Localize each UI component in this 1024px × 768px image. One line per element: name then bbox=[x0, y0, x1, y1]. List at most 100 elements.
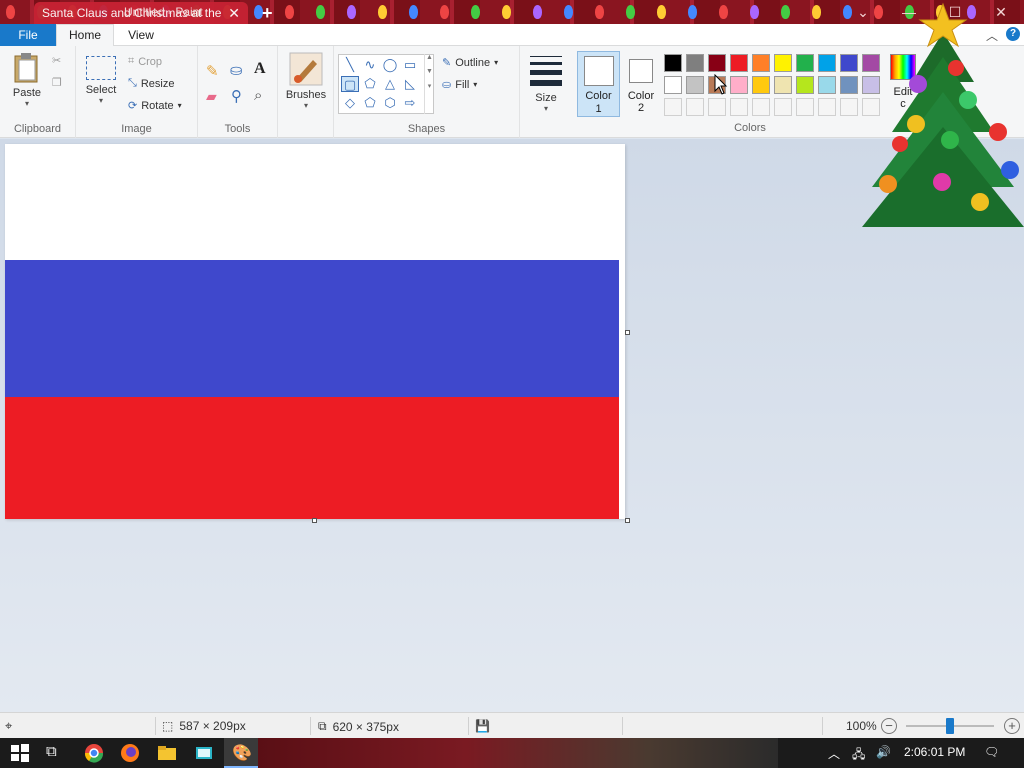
chevron-down-icon: ▾ bbox=[473, 80, 478, 89]
palette-swatch[interactable] bbox=[686, 98, 704, 116]
right-triangle-shape-icon[interactable]: ◺ bbox=[401, 76, 419, 92]
paste-button[interactable]: Paste ▾ bbox=[8, 52, 46, 108]
flag-stripe-blue bbox=[5, 260, 619, 397]
palette-swatch[interactable] bbox=[796, 98, 814, 116]
group-tools: ✎ ⛀ A ▰ ⚲ ⌕ Tools bbox=[198, 46, 278, 138]
flag-stripe-red bbox=[5, 397, 619, 519]
paint-taskbar-button[interactable]: 🎨 bbox=[224, 738, 258, 768]
eraser-icon[interactable]: ▰ bbox=[206, 88, 217, 105]
copy-button[interactable]: ❐ bbox=[52, 76, 62, 89]
fill-icon: ⛀ bbox=[442, 79, 452, 91]
selection-size-text: 587 × 209px bbox=[179, 719, 246, 733]
image-group-label: Image bbox=[121, 123, 152, 135]
palette-swatch[interactable] bbox=[774, 54, 792, 72]
triangle-shape-icon[interactable]: △ bbox=[381, 76, 399, 92]
network-icon[interactable]: 🖧 bbox=[852, 745, 865, 766]
hexagon-shape-icon[interactable]: ⬡ bbox=[381, 95, 399, 111]
palette-swatch[interactable] bbox=[774, 98, 792, 116]
palette-swatch[interactable] bbox=[664, 98, 682, 116]
line-shape-icon[interactable]: ╲ bbox=[341, 57, 359, 73]
palette-swatch[interactable] bbox=[840, 54, 858, 72]
drawing-canvas[interactable] bbox=[5, 144, 625, 519]
palette-swatch[interactable] bbox=[708, 54, 726, 72]
palette-swatch[interactable] bbox=[818, 76, 836, 94]
tab-file[interactable]: File bbox=[0, 24, 56, 46]
tab-view[interactable]: View bbox=[118, 24, 164, 46]
fill-bucket-icon[interactable]: ⛀ bbox=[230, 61, 243, 79]
fill-button[interactable]: ⛀ Fill ▾ bbox=[442, 78, 478, 92]
palette-swatch[interactable] bbox=[686, 54, 704, 72]
palette-swatch[interactable] bbox=[840, 98, 858, 116]
color2-swatch[interactable] bbox=[629, 59, 653, 83]
shapes-scrollbar[interactable]: ▲ ▼ ▾ bbox=[424, 54, 434, 114]
zoom-out-button[interactable]: − bbox=[881, 718, 897, 734]
group-size: Size ▾ bbox=[520, 46, 572, 138]
palette-swatch[interactable] bbox=[752, 54, 770, 72]
scissors-icon: ✂ bbox=[52, 55, 62, 67]
oval-shape-icon[interactable]: ◯ bbox=[381, 57, 399, 73]
file-size-icon: 💾 bbox=[475, 719, 490, 733]
palette-swatch[interactable] bbox=[818, 98, 836, 116]
paste-label: Paste bbox=[12, 87, 42, 99]
task-view-icon[interactable]: ⧉ bbox=[46, 743, 66, 763]
zoom-in-button[interactable]: + bbox=[1004, 718, 1020, 734]
size-label: Size bbox=[535, 92, 557, 104]
color-picker-icon[interactable]: ⚲ bbox=[231, 87, 242, 105]
notifications-icon[interactable]: 🗨 bbox=[984, 745, 999, 759]
size-button[interactable]: Size ▾ bbox=[528, 54, 564, 113]
pentagon-shape-icon[interactable]: ⬠ bbox=[361, 95, 379, 111]
cut-button[interactable]: ✂ bbox=[52, 54, 61, 67]
rounded-rectangle-shape-icon[interactable]: ▢ bbox=[341, 76, 359, 92]
chrome-icon[interactable] bbox=[84, 743, 104, 763]
palette-swatch[interactable] bbox=[840, 76, 858, 94]
palette-swatch[interactable] bbox=[730, 98, 748, 116]
palette-swatch[interactable] bbox=[774, 76, 792, 94]
resize-handle-bottom[interactable] bbox=[312, 518, 317, 523]
text-tool-icon[interactable]: A bbox=[254, 60, 266, 78]
palette-swatch[interactable] bbox=[664, 76, 682, 94]
palette-swatch[interactable] bbox=[752, 98, 770, 116]
canvas-size: ⧉ 620 × 375px bbox=[318, 719, 399, 734]
rectangle-shape-icon[interactable]: ▭ bbox=[401, 57, 419, 73]
color1-button[interactable]: Color 1 bbox=[577, 51, 620, 117]
resize-handle-corner[interactable] bbox=[625, 518, 630, 523]
firefox-icon[interactable] bbox=[120, 743, 140, 763]
arrow-shape-icon[interactable]: ⇨ bbox=[401, 95, 419, 111]
color2-button[interactable]: Color 2 bbox=[624, 90, 658, 114]
palette-swatch[interactable] bbox=[752, 76, 770, 94]
zoom-slider-thumb[interactable] bbox=[946, 718, 954, 734]
palette-swatch[interactable] bbox=[708, 98, 726, 116]
color-palette bbox=[662, 52, 882, 118]
palette-swatch[interactable] bbox=[664, 54, 682, 72]
resize-button[interactable]: ⤡ Resize bbox=[128, 77, 174, 90]
new-tab-icon[interactable]: + bbox=[262, 3, 273, 24]
shapes-group-label: Shapes bbox=[407, 123, 446, 135]
tray-expand-icon[interactable]: ︿ bbox=[828, 745, 840, 762]
palette-swatch[interactable] bbox=[730, 54, 748, 72]
resize-handle-right[interactable] bbox=[625, 330, 630, 335]
close-icon[interactable]: ✕ bbox=[228, 5, 240, 22]
magnifier-icon[interactable]: ⌕ bbox=[254, 87, 262, 104]
file-explorer-icon[interactable] bbox=[157, 743, 177, 763]
windows-start-icon[interactable] bbox=[10, 743, 30, 763]
outline-button[interactable]: ✎ Outline ▾ bbox=[442, 56, 498, 70]
palette-swatch[interactable] bbox=[818, 54, 836, 72]
clock[interactable]: 2:06:01 PM bbox=[904, 745, 965, 759]
brushes-button[interactable]: Brushes ▾ bbox=[284, 52, 328, 110]
select-button[interactable]: Select ▾ bbox=[84, 56, 118, 105]
palette-swatch[interactable] bbox=[796, 76, 814, 94]
line-size-icon bbox=[530, 56, 562, 86]
palette-swatch[interactable] bbox=[730, 76, 748, 94]
diamond-shape-icon[interactable]: ◇ bbox=[341, 95, 359, 111]
curve-shape-icon[interactable]: ∿ bbox=[361, 57, 379, 73]
rotate-button[interactable]: ⟳ Rotate ▾ bbox=[128, 99, 182, 113]
selection-icon: ⬚ bbox=[162, 719, 174, 733]
pencil-icon[interactable]: ✎ bbox=[206, 62, 219, 80]
polygon-shape-icon[interactable]: ⬠ bbox=[361, 76, 379, 92]
tab-home[interactable]: Home bbox=[56, 24, 114, 47]
palette-swatch[interactable] bbox=[686, 76, 704, 94]
app-window-icon[interactable] bbox=[194, 743, 214, 763]
volume-icon[interactable]: 🔊 bbox=[876, 745, 891, 759]
palette-swatch[interactable] bbox=[796, 54, 814, 72]
crop-button[interactable]: ⌗ Crop bbox=[128, 55, 162, 68]
